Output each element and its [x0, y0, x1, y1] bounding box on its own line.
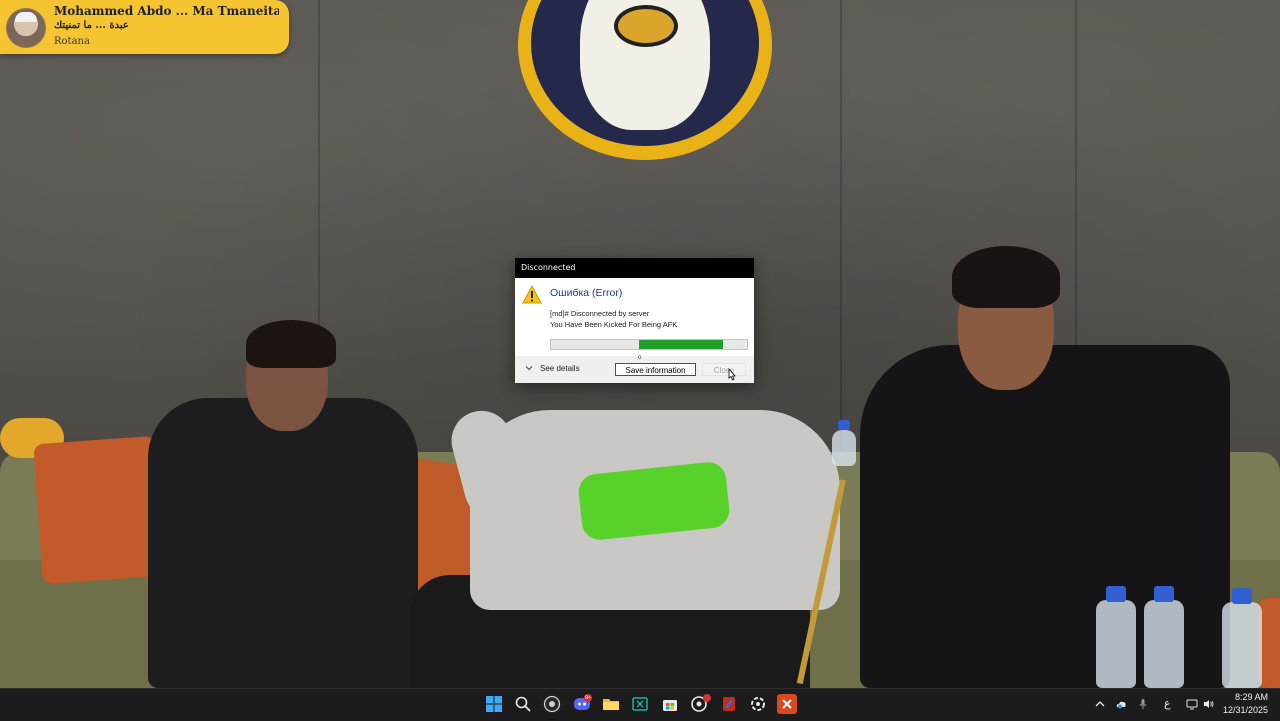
song-source: Rotana	[54, 36, 90, 47]
search-icon[interactable]	[513, 694, 533, 714]
person-right-hair	[952, 246, 1060, 308]
progress-note: o	[638, 355, 642, 361]
progress-bar	[550, 339, 748, 350]
wall-seam	[840, 0, 842, 470]
warning-icon	[522, 284, 542, 305]
song-title: Mohammed Abdo ... Ma Tmaneitak | محمد	[54, 5, 279, 18]
dialog-message-line2: You Have Been Kicked For Being AFK	[550, 320, 678, 329]
discord-badge: 9+	[584, 694, 592, 702]
person-left	[148, 398, 418, 688]
start-icon[interactable]	[484, 694, 504, 714]
microphone-icon[interactable]	[1136, 697, 1150, 711]
dialog-message-line1: [md]# Disconnected by server	[550, 309, 650, 318]
cloud-sync-icon[interactable]	[1114, 697, 1128, 711]
error-app-icon[interactable]	[777, 694, 797, 714]
orange-pillow	[33, 435, 165, 585]
network-icon[interactable]	[1185, 697, 1199, 711]
file-explorer-icon[interactable]	[601, 694, 621, 714]
notification-dot	[703, 694, 711, 702]
clock-time[interactable]: 8:29 AM	[1220, 692, 1268, 702]
album-art	[6, 8, 46, 48]
mouse-cursor-icon	[726, 367, 736, 382]
now-playing-toast[interactable]: Mohammed Abdo ... Ma Tmaneitak | محمد عب…	[0, 0, 289, 54]
close-button[interactable]: Close	[702, 363, 746, 376]
person-left-hair	[246, 320, 336, 368]
water-bottle	[1222, 588, 1262, 688]
water-bottle	[1144, 586, 1184, 688]
save-information-button[interactable]: Save information	[615, 363, 696, 376]
red-app-icon[interactable]	[719, 694, 739, 714]
input-language-indicator[interactable]: ع	[1164, 697, 1171, 710]
obs-icon[interactable]	[542, 694, 562, 714]
clock-date[interactable]: 12/31/2025	[1220, 705, 1268, 715]
wall-logo-beak	[614, 5, 678, 47]
dialog-titlebar[interactable]: Disconnected	[515, 258, 754, 278]
chevron-down-icon	[525, 366, 533, 371]
progress-fill	[639, 340, 724, 349]
dialog-heading: Ошибка (Error)	[550, 287, 623, 299]
store-icon[interactable]	[660, 694, 680, 714]
spreadsheet-app-icon[interactable]	[630, 694, 650, 714]
volume-icon[interactable]	[1202, 697, 1216, 711]
see-details-toggle[interactable]: See details	[524, 363, 580, 373]
see-details-label: See details	[540, 363, 580, 373]
capture-app-icon[interactable]	[748, 694, 768, 714]
dialog-title: Disconnected	[521, 263, 576, 272]
water-bottle	[832, 420, 856, 466]
water-bottle	[1096, 586, 1136, 688]
chevron-up-icon[interactable]	[1093, 697, 1107, 711]
song-subtitle: عبدة ... ما تمنيتك	[54, 20, 129, 31]
